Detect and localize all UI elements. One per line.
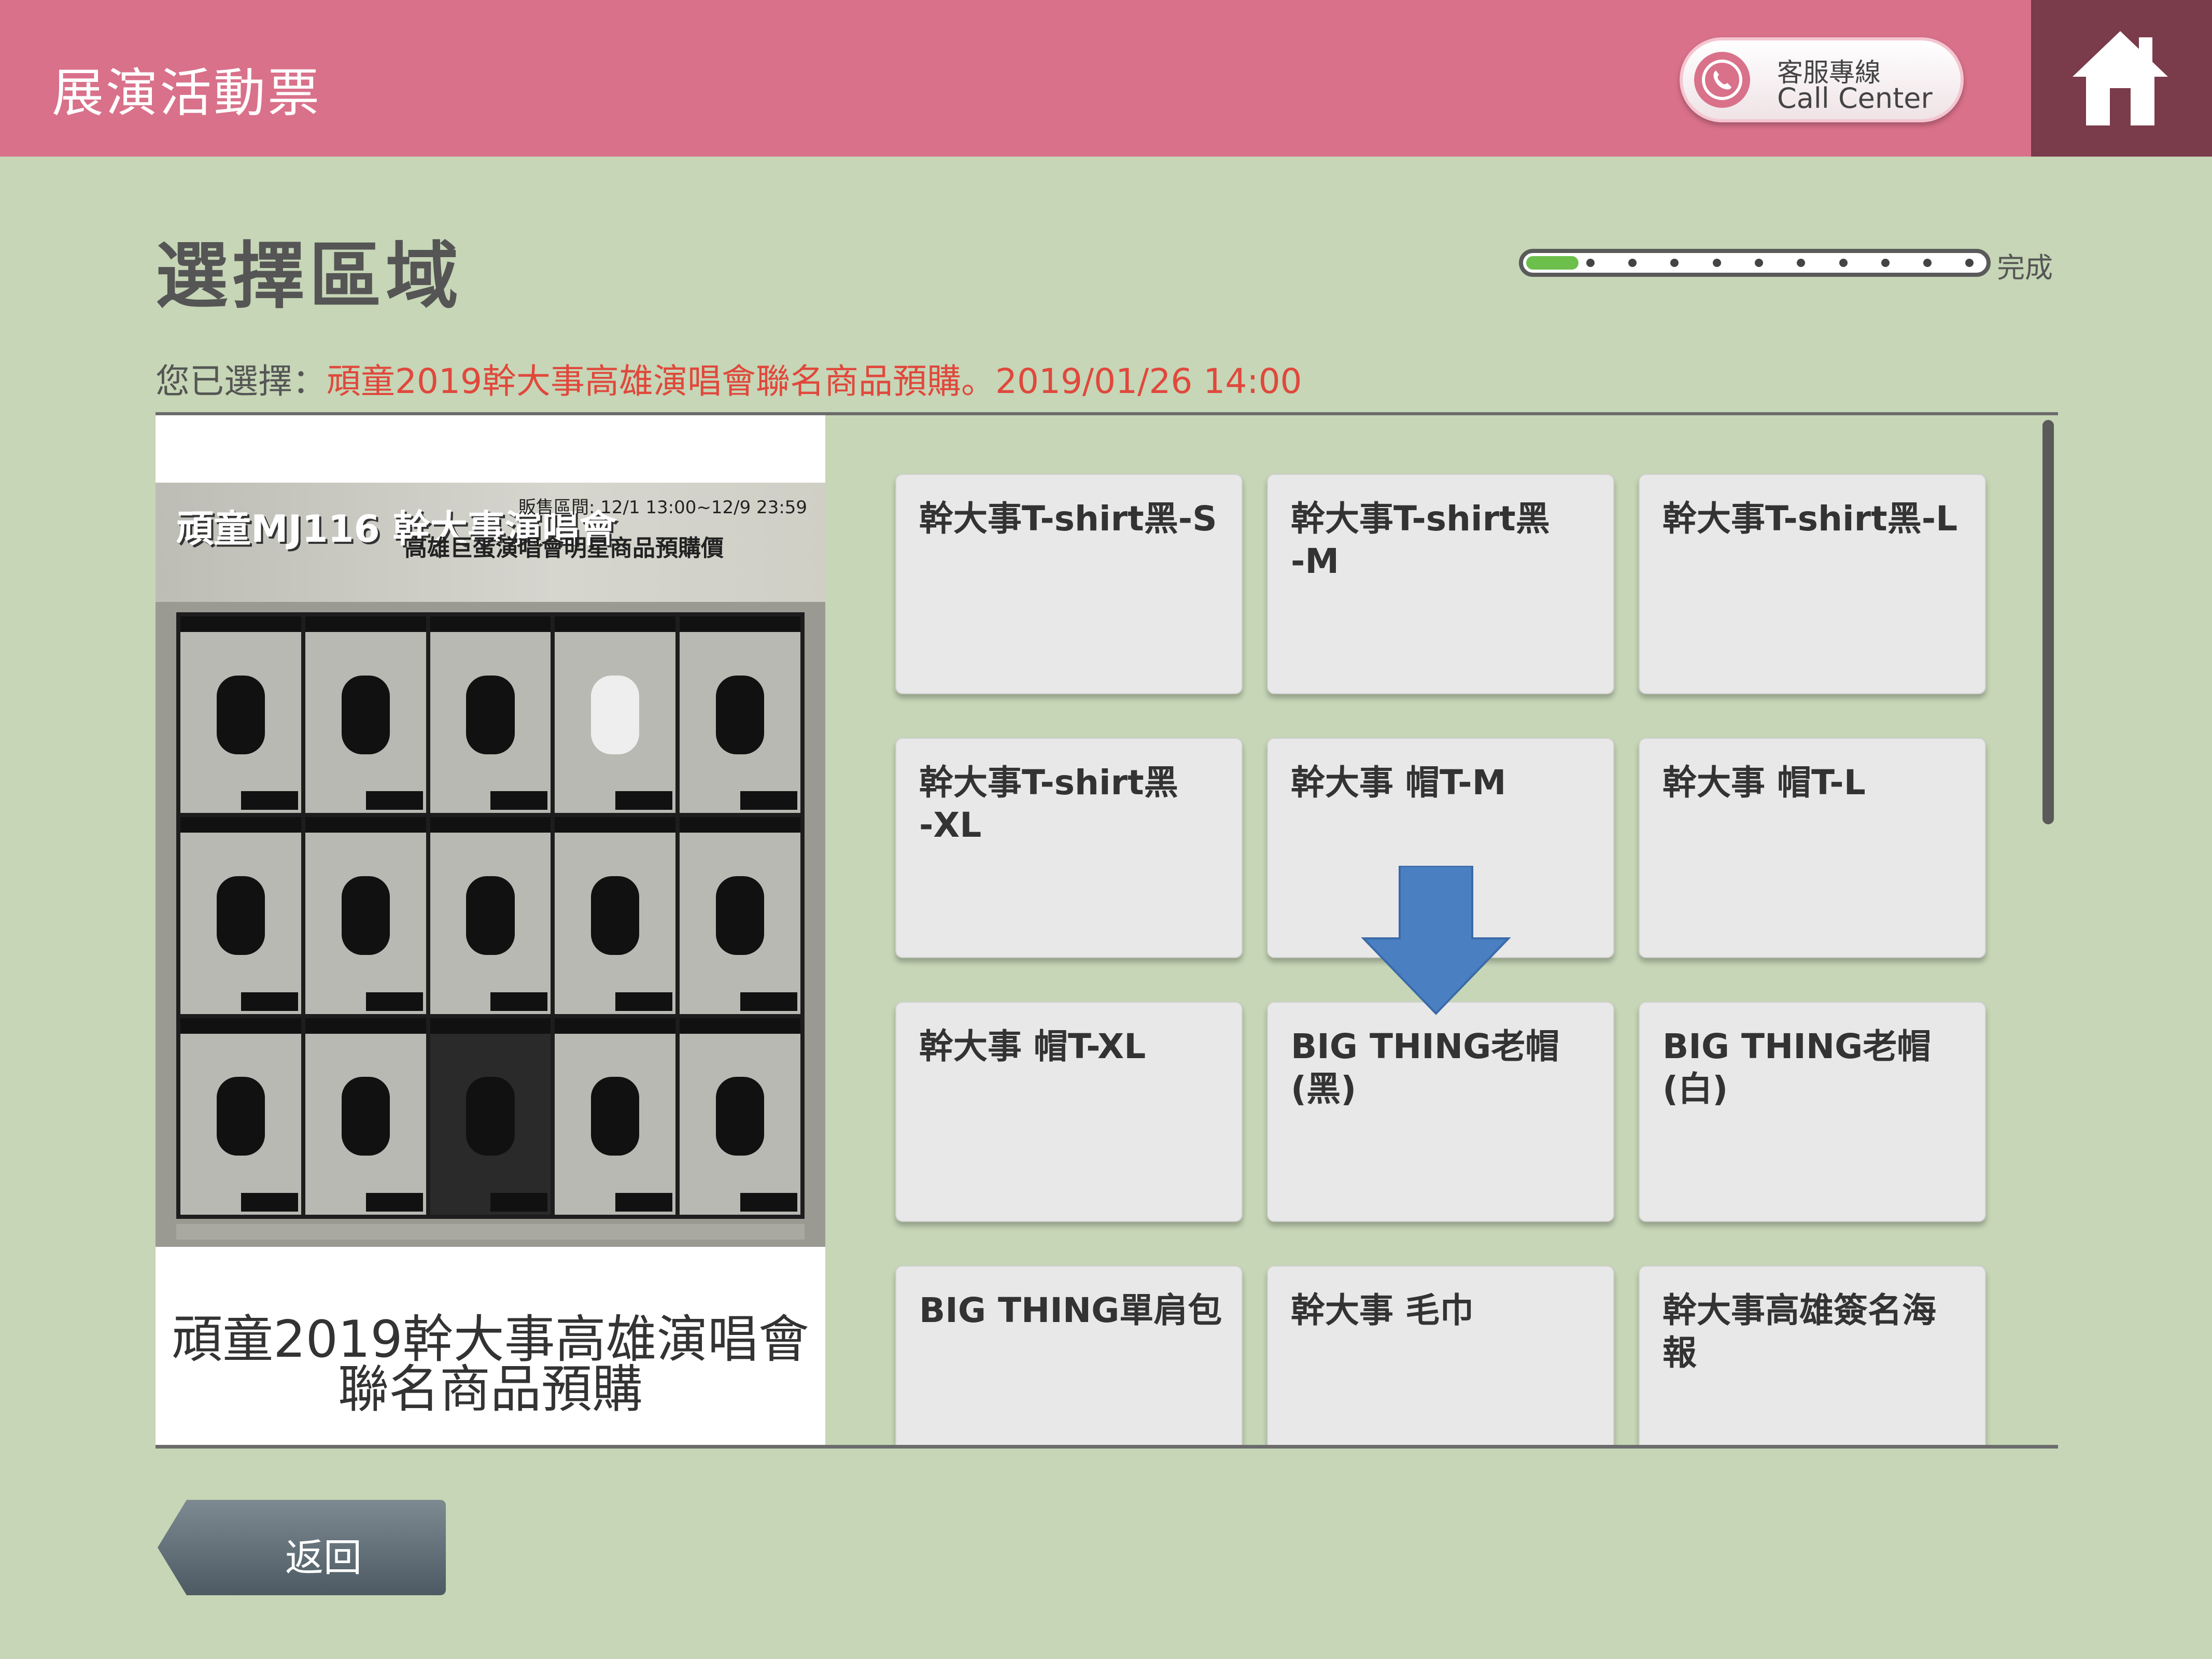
- product-label: 幹大事 帽T-XL: [919, 1027, 1146, 1066]
- progress-fill: [1526, 256, 1579, 270]
- poster-item: [180, 616, 301, 813]
- page-title: 選擇區域: [156, 234, 463, 319]
- event-poster: 頑童MJ116 幹大事演唱會 販售區間: 12/1 13:00~12/9 23:…: [156, 483, 825, 1247]
- poster-item: [555, 817, 676, 1014]
- poster-item: [430, 616, 551, 813]
- product-label: 幹大事T-shirt黑-L: [1662, 499, 1958, 539]
- product-tile[interactable]: 幹大事T-shirt黑 -M: [1267, 474, 1614, 694]
- poster-header: 頑童MJ116 幹大事演唱會 販售區間: 12/1 13:00~12/9 23:…: [156, 483, 825, 602]
- event-name: 頑童2019幹大事高雄演唱會 聯名商品預購: [172, 1310, 809, 1419]
- progress-step-dot: [1965, 259, 1974, 267]
- product-tile[interactable]: 幹大事T-shirt黑-S: [895, 474, 1243, 694]
- poster-product-grid: [176, 612, 805, 1219]
- product-tile[interactable]: 幹大事 毛巾: [1267, 1266, 1614, 1445]
- poster-item: [430, 817, 551, 1014]
- poster-item: [680, 616, 800, 813]
- product-tile[interactable]: BIG THING單肩包: [895, 1266, 1243, 1445]
- product-label: 幹大事T-shirt黑-S: [919, 499, 1217, 539]
- product-tile[interactable]: 幹大事高雄簽名海 報: [1639, 1266, 1986, 1445]
- poster-item: [305, 817, 426, 1014]
- progress-step-dot: [1586, 259, 1595, 267]
- product-label: 幹大事T-shirt黑 -M: [1291, 499, 1550, 581]
- poster-item: [180, 1018, 301, 1215]
- selection-value: 頑童2019幹大事高雄演唱會聯名商品預購。2019/01/26 14:00: [327, 361, 1302, 401]
- poster-footer: [176, 1224, 805, 1240]
- progress-step-dot: [1628, 259, 1637, 267]
- event-card: 頑童MJ116 幹大事演唱會 販售區間: 12/1 13:00~12/9 23:…: [156, 415, 825, 1445]
- product-tile[interactable]: BIG THING老帽 (黑): [1267, 1002, 1614, 1222]
- selection-summary: 您已選擇：頑童2019幹大事高雄演唱會聯名商品預購。2019/01/26 14:…: [156, 354, 1302, 403]
- poster-item: [180, 817, 301, 1014]
- progress-step-dot: [1712, 259, 1721, 267]
- poster-sale-period: 販售區間: 12/1 13:00~12/9 23:59: [518, 497, 808, 518]
- poster-item: [680, 1018, 800, 1215]
- progress-step-dot: [1923, 259, 1932, 267]
- phone-icon: [1694, 52, 1750, 108]
- scrollbar[interactable]: [2042, 420, 2054, 824]
- back-button[interactable]: 返回: [156, 1496, 450, 1599]
- divider: [156, 1445, 2058, 1449]
- product-tile[interactable]: 幹大事T-shirt黑-L: [1639, 474, 1986, 694]
- poster-item: [305, 616, 426, 813]
- back-button-label: 返回: [285, 1536, 362, 1580]
- progress-step-dot: [1670, 259, 1679, 267]
- product-label: 幹大事 毛巾: [1291, 1290, 1474, 1330]
- home-button[interactable]: [2031, 0, 2212, 157]
- progress-step-dot: [1839, 259, 1848, 267]
- progress-step-dot: [1881, 259, 1890, 267]
- product-tile[interactable]: 幹大事T-shirt黑 -XL: [895, 738, 1243, 958]
- product-label: 幹大事 帽T-L: [1662, 763, 1866, 803]
- poster-item: [430, 1018, 551, 1215]
- call-center-label-en: Call Center: [1777, 82, 1933, 115]
- product-label: BIG THING老帽 (白): [1662, 1027, 1932, 1109]
- progress-step-dot: [1755, 259, 1763, 267]
- app-title: 展演活動票: [52, 63, 321, 123]
- progress-end-label: 完成: [1997, 251, 2053, 284]
- poster-item: [305, 1018, 426, 1215]
- call-center-button[interactable]: 客服專線 Call Center: [1680, 37, 1964, 122]
- product-tile[interactable]: BIG THING老帽 (白): [1639, 1002, 1986, 1222]
- poster-item: [680, 817, 800, 1014]
- product-tile[interactable]: 幹大事 帽T-XL: [895, 1002, 1243, 1222]
- home-icon: [2073, 31, 2168, 125]
- product-label: BIG THING單肩包: [919, 1290, 1222, 1330]
- progress-step-dot: [1797, 259, 1806, 267]
- arrow-down-icon: [1361, 866, 1511, 1015]
- product-tile[interactable]: 幹大事 帽T-L: [1639, 738, 1986, 958]
- header-bar: 展演活動票 客服專線 Call Center: [0, 0, 2031, 157]
- selection-label: 您已選擇：: [156, 361, 327, 401]
- product-label: BIG THING老帽 (黑): [1291, 1027, 1560, 1109]
- product-label: 幹大事 帽T-M: [1291, 763, 1506, 803]
- progress-bar: [1519, 249, 1991, 277]
- poster-item: [555, 616, 676, 813]
- poster-subtitle: 高雄巨蛋演唱會明星商品預購價: [404, 535, 724, 561]
- product-label: 幹大事T-shirt黑 -XL: [919, 763, 1178, 845]
- product-label: 幹大事高雄簽名海 報: [1662, 1290, 1936, 1373]
- header: 展演活動票 客服專線 Call Center: [0, 0, 2212, 157]
- poster-item: [555, 1018, 676, 1215]
